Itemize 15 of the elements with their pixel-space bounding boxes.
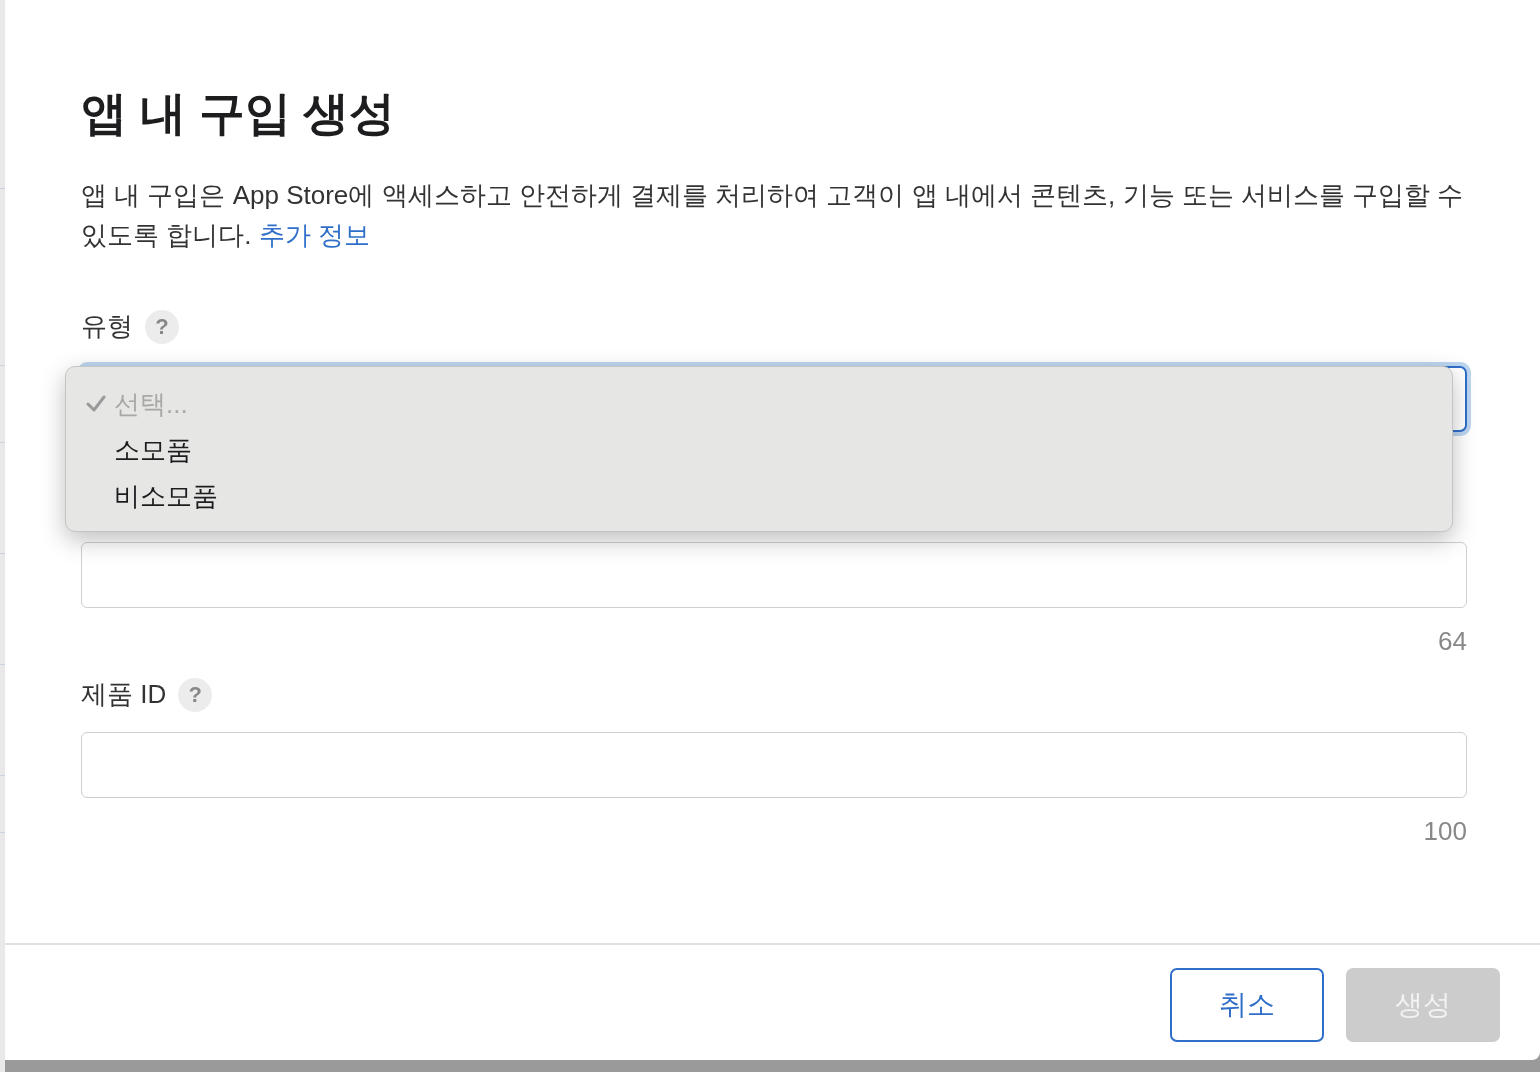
help-button[interactable]: ? — [145, 309, 179, 344]
help-button[interactable]: ? — [178, 677, 213, 712]
input-field[interactable] — [81, 732, 1467, 799]
input-field[interactable] — [81, 542, 1467, 609]
character-count: 64 — [1438, 625, 1467, 659]
field-label: 유형 — [81, 310, 133, 344]
cancel-button[interactable]: 취소 — [1170, 968, 1324, 1042]
description-text: 앱 내 구입은 App Store에 액세스하고 안전하게 결제를 처리하여 고객이 앱 내에서 콘텐츠, 기능 또는 서비스를 구입할 수 있도록 합니다. 추가 정보 — [81, 179, 1465, 253]
checkmark-icon — [86, 395, 106, 414]
dialog-title: 앱 내 구입 생성 — [81, 86, 397, 141]
field-label: 제품 ID — [81, 678, 167, 712]
menu-item[interactable]: 비소모품 — [66, 473, 1452, 520]
more-info-link[interactable]: 추가 정보 — [258, 220, 370, 251]
character-count: 100 — [1423, 815, 1467, 849]
menu-item[interactable]: 소모품 — [66, 427, 1452, 474]
